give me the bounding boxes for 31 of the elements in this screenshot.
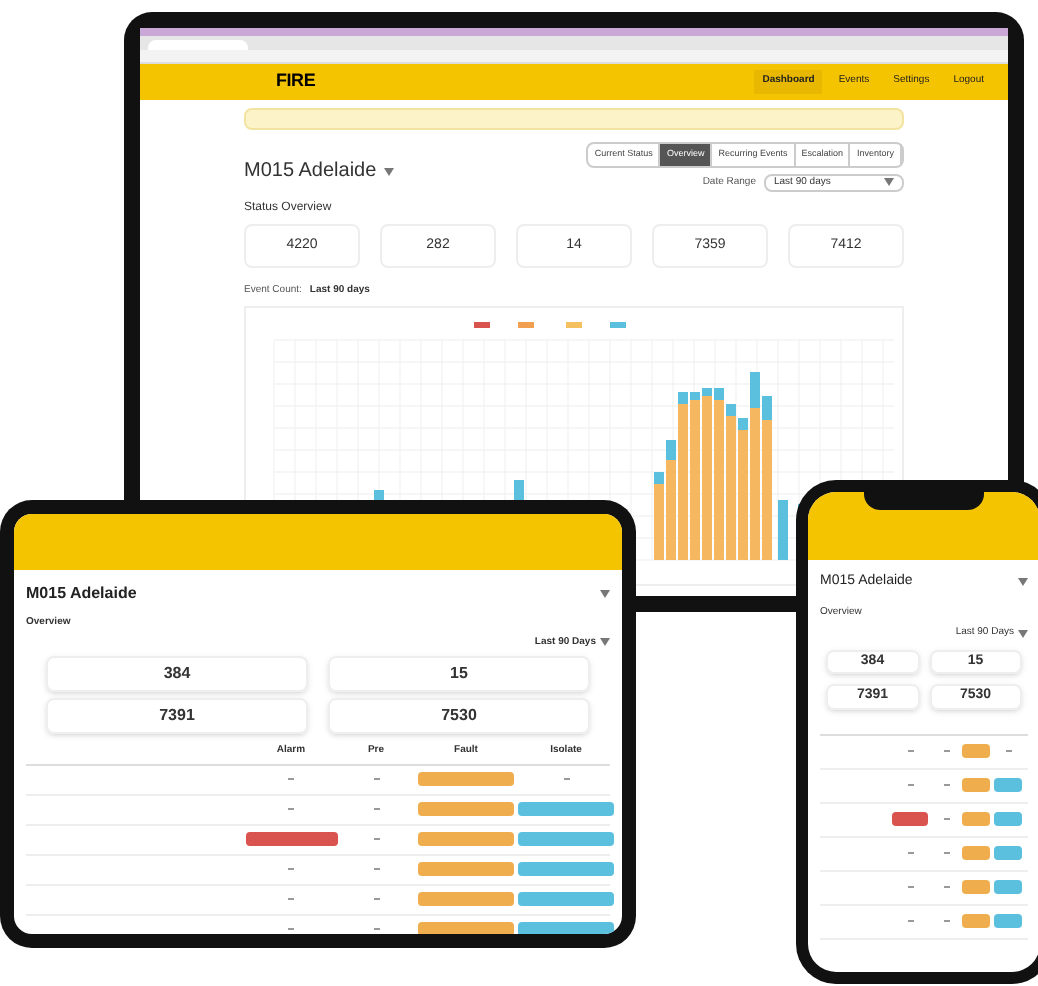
legend-swatch [518, 322, 534, 329]
caret-icon [884, 178, 894, 187]
dash-icon [373, 928, 379, 930]
dash-icon [943, 920, 949, 922]
legend-swatch [566, 322, 582, 329]
stat-value: 384 [163, 662, 191, 686]
dash-icon [943, 750, 949, 752]
dash-icon [373, 808, 379, 810]
legend-swatch [610, 322, 626, 329]
dash-icon [373, 898, 379, 900]
dash-icon [373, 778, 379, 780]
notch [864, 492, 984, 510]
caret-icon [600, 638, 610, 647]
stat-value: 7391 [159, 704, 195, 728]
dash-icon [943, 784, 949, 786]
dash-icon [373, 868, 379, 870]
site-title: M015 Adelaide [244, 158, 377, 186]
dash-icon [943, 818, 949, 820]
dash-icon [943, 852, 949, 854]
caret-icon[interactable] [384, 167, 395, 175]
caret-icon[interactable] [1018, 578, 1028, 587]
logo: FIRE [276, 68, 316, 95]
dash-icon [943, 886, 949, 888]
stat-value: 7530 [441, 704, 477, 728]
legend-swatch [474, 322, 490, 329]
caret-icon[interactable] [600, 590, 610, 598]
dash-icon [373, 838, 379, 840]
caret-icon [1018, 629, 1028, 638]
chart-bar [778, 500, 788, 561]
stat-value: 15 [450, 662, 468, 686]
site-title: M015 Adelaide [26, 582, 137, 606]
